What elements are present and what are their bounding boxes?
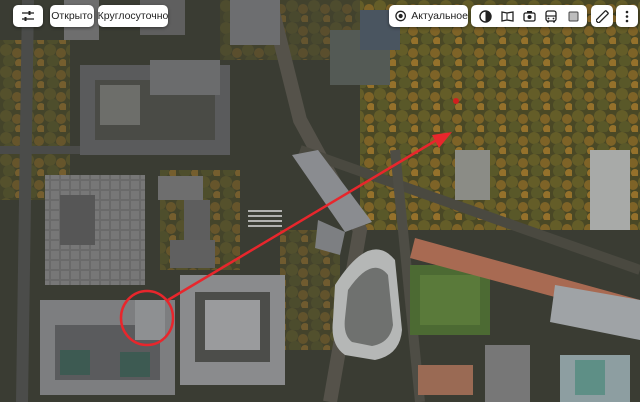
filter-open-label: Открыто (51, 10, 93, 22)
filters-button[interactable] (13, 5, 43, 27)
layer-satellite-button[interactable] (475, 6, 495, 26)
ruler-icon (595, 9, 609, 23)
more-button[interactable] (616, 5, 638, 27)
layer-panorama-button[interactable] (497, 6, 517, 26)
panorama-icon (500, 10, 514, 22)
layer-3d-button[interactable] (563, 6, 583, 26)
more-icon (625, 10, 629, 22)
camera-icon (522, 11, 536, 22)
filter-24h-chip[interactable]: Круглосуточно (98, 5, 168, 27)
actual-imagery-label: Актуальное (411, 10, 468, 22)
sliders-icon (22, 11, 34, 21)
target-icon (395, 10, 407, 22)
filter-24h-label: Круглосуточно (97, 10, 169, 22)
actual-imagery-button[interactable]: Актуальное (389, 5, 468, 27)
filter-open-chip[interactable]: Открыто (50, 5, 94, 27)
satellite-map[interactable] (0, 0, 640, 402)
layer-photo-button[interactable] (519, 6, 539, 26)
ruler-button[interactable] (591, 5, 613, 27)
place-marker-icon[interactable] (453, 98, 459, 104)
cube-icon (568, 11, 578, 21)
layer-transport-button[interactable] (541, 6, 561, 26)
globe-icon (478, 9, 492, 23)
bus-icon (545, 9, 557, 22)
map-layers-toolbar (471, 5, 587, 27)
